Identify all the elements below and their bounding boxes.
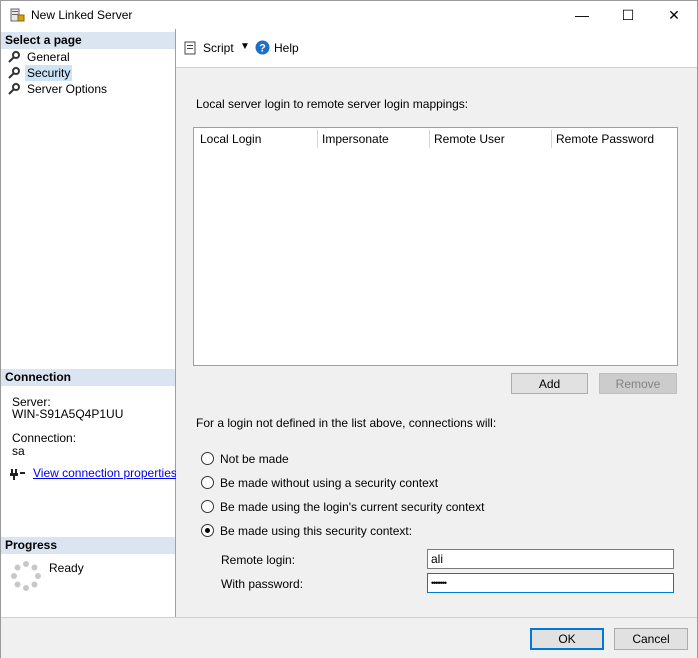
window-title: New Linked Server (31, 8, 133, 22)
script-label: Script (203, 41, 234, 55)
dialog-footer: OK Cancel (1, 617, 697, 658)
left-pane: Select a page General Security Server Op… (1, 29, 177, 617)
radio-label[interactable]: Be made using the login's current securi… (220, 500, 484, 514)
column-divider[interactable] (429, 130, 430, 148)
page-label: Server Options (27, 82, 108, 96)
plug-icon (10, 466, 26, 480)
remote-login-input[interactable]: ali (427, 549, 674, 569)
script-icon (184, 41, 198, 60)
remove-button[interactable]: Remove (599, 373, 677, 394)
connection-value: sa (12, 444, 25, 458)
column-header-remote-password[interactable]: Remote Password (556, 132, 654, 146)
add-button[interactable]: Add (511, 373, 588, 394)
main-pane: Script ▼ ? Help Local server login to re… (176, 29, 697, 617)
wrench-icon (7, 82, 21, 96)
server-app-icon (9, 7, 25, 23)
wrench-icon (7, 50, 21, 64)
svg-text:?: ? (259, 43, 266, 55)
page-label: General (27, 50, 70, 64)
mappings-label: Local server login to remote server logi… (196, 97, 469, 111)
radio-without-security-context[interactable] (201, 476, 214, 489)
radio-not-be-made[interactable] (201, 452, 214, 465)
progress-status: Ready (49, 561, 84, 575)
radio-label[interactable]: Be made using this security context: (220, 524, 412, 538)
dialog-window: New Linked Server — ☐ ✕ Select a page Ge… (0, 0, 698, 658)
help-button[interactable]: ? Help (255, 39, 305, 57)
chevron-down-icon[interactable]: ▼ (240, 38, 250, 56)
radio-this-security-context[interactable] (201, 524, 214, 537)
minimize-button[interactable]: — (559, 1, 605, 29)
ok-button[interactable]: OK (530, 628, 604, 650)
page-label: Security (25, 65, 73, 81)
view-connection-properties-link[interactable]: View connection properties (33, 466, 177, 480)
maximize-button[interactable]: ☐ (605, 1, 651, 29)
title-bar[interactable]: New Linked Server — ☐ ✕ (1, 1, 697, 29)
radio-label[interactable]: Be made without using a security context (220, 476, 438, 490)
script-button[interactable]: Script ▼ (184, 39, 254, 57)
with-password-label: With password: (221, 577, 304, 591)
connection-header: Connection (1, 369, 175, 386)
help-icon: ? (255, 40, 270, 60)
column-divider[interactable] (551, 130, 552, 148)
close-button[interactable]: ✕ (651, 1, 697, 29)
progress-header: Progress (1, 537, 175, 554)
not-defined-label: For a login not defined in the list abov… (196, 416, 497, 430)
radio-current-security-context[interactable] (201, 500, 214, 513)
radio-label[interactable]: Not be made (220, 452, 289, 466)
login-mappings-grid[interactable]: Local Login Impersonate Remote User Remo… (193, 127, 678, 366)
progress-spinner-icon (10, 560, 42, 592)
select-page-header: Select a page (1, 32, 175, 49)
connection-label: Connection: (12, 431, 77, 445)
toolbar: Script ▼ ? Help (176, 29, 697, 68)
cancel-button[interactable]: Cancel (614, 628, 688, 650)
column-header-local-login[interactable]: Local Login (200, 132, 261, 146)
password-input[interactable]: ••••••• (427, 573, 674, 593)
remote-login-label: Remote login: (221, 553, 296, 567)
help-label: Help (274, 41, 299, 55)
wrench-icon (7, 66, 21, 80)
column-header-remote-user[interactable]: Remote User (434, 132, 505, 146)
column-divider[interactable] (317, 130, 318, 148)
radio-selected-dot (205, 528, 210, 533)
column-header-impersonate[interactable]: Impersonate (322, 132, 389, 146)
server-value: WIN-S91A5Q4P1UU (12, 407, 124, 421)
